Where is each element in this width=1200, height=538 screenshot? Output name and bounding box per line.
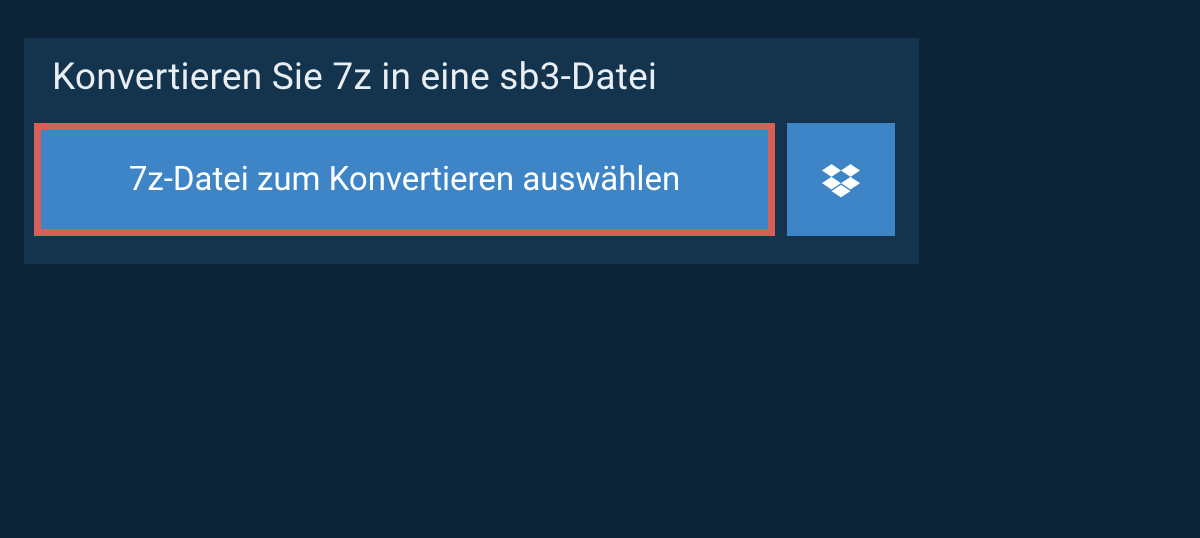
select-file-label: 7z-Datei zum Konvertieren auswählen <box>129 160 680 199</box>
dropbox-icon <box>822 161 860 199</box>
page-title: Konvertieren Sie 7z in eine sb3-Datei <box>52 56 891 99</box>
button-row: 7z-Datei zum Konvertieren auswählen <box>24 123 919 236</box>
select-file-button[interactable]: 7z-Datei zum Konvertieren auswählen <box>34 123 775 236</box>
title-bar: Konvertieren Sie 7z in eine sb3-Datei <box>24 38 919 123</box>
dropbox-button[interactable] <box>787 123 895 236</box>
converter-panel: Konvertieren Sie 7z in eine sb3-Datei 7z… <box>24 38 919 264</box>
